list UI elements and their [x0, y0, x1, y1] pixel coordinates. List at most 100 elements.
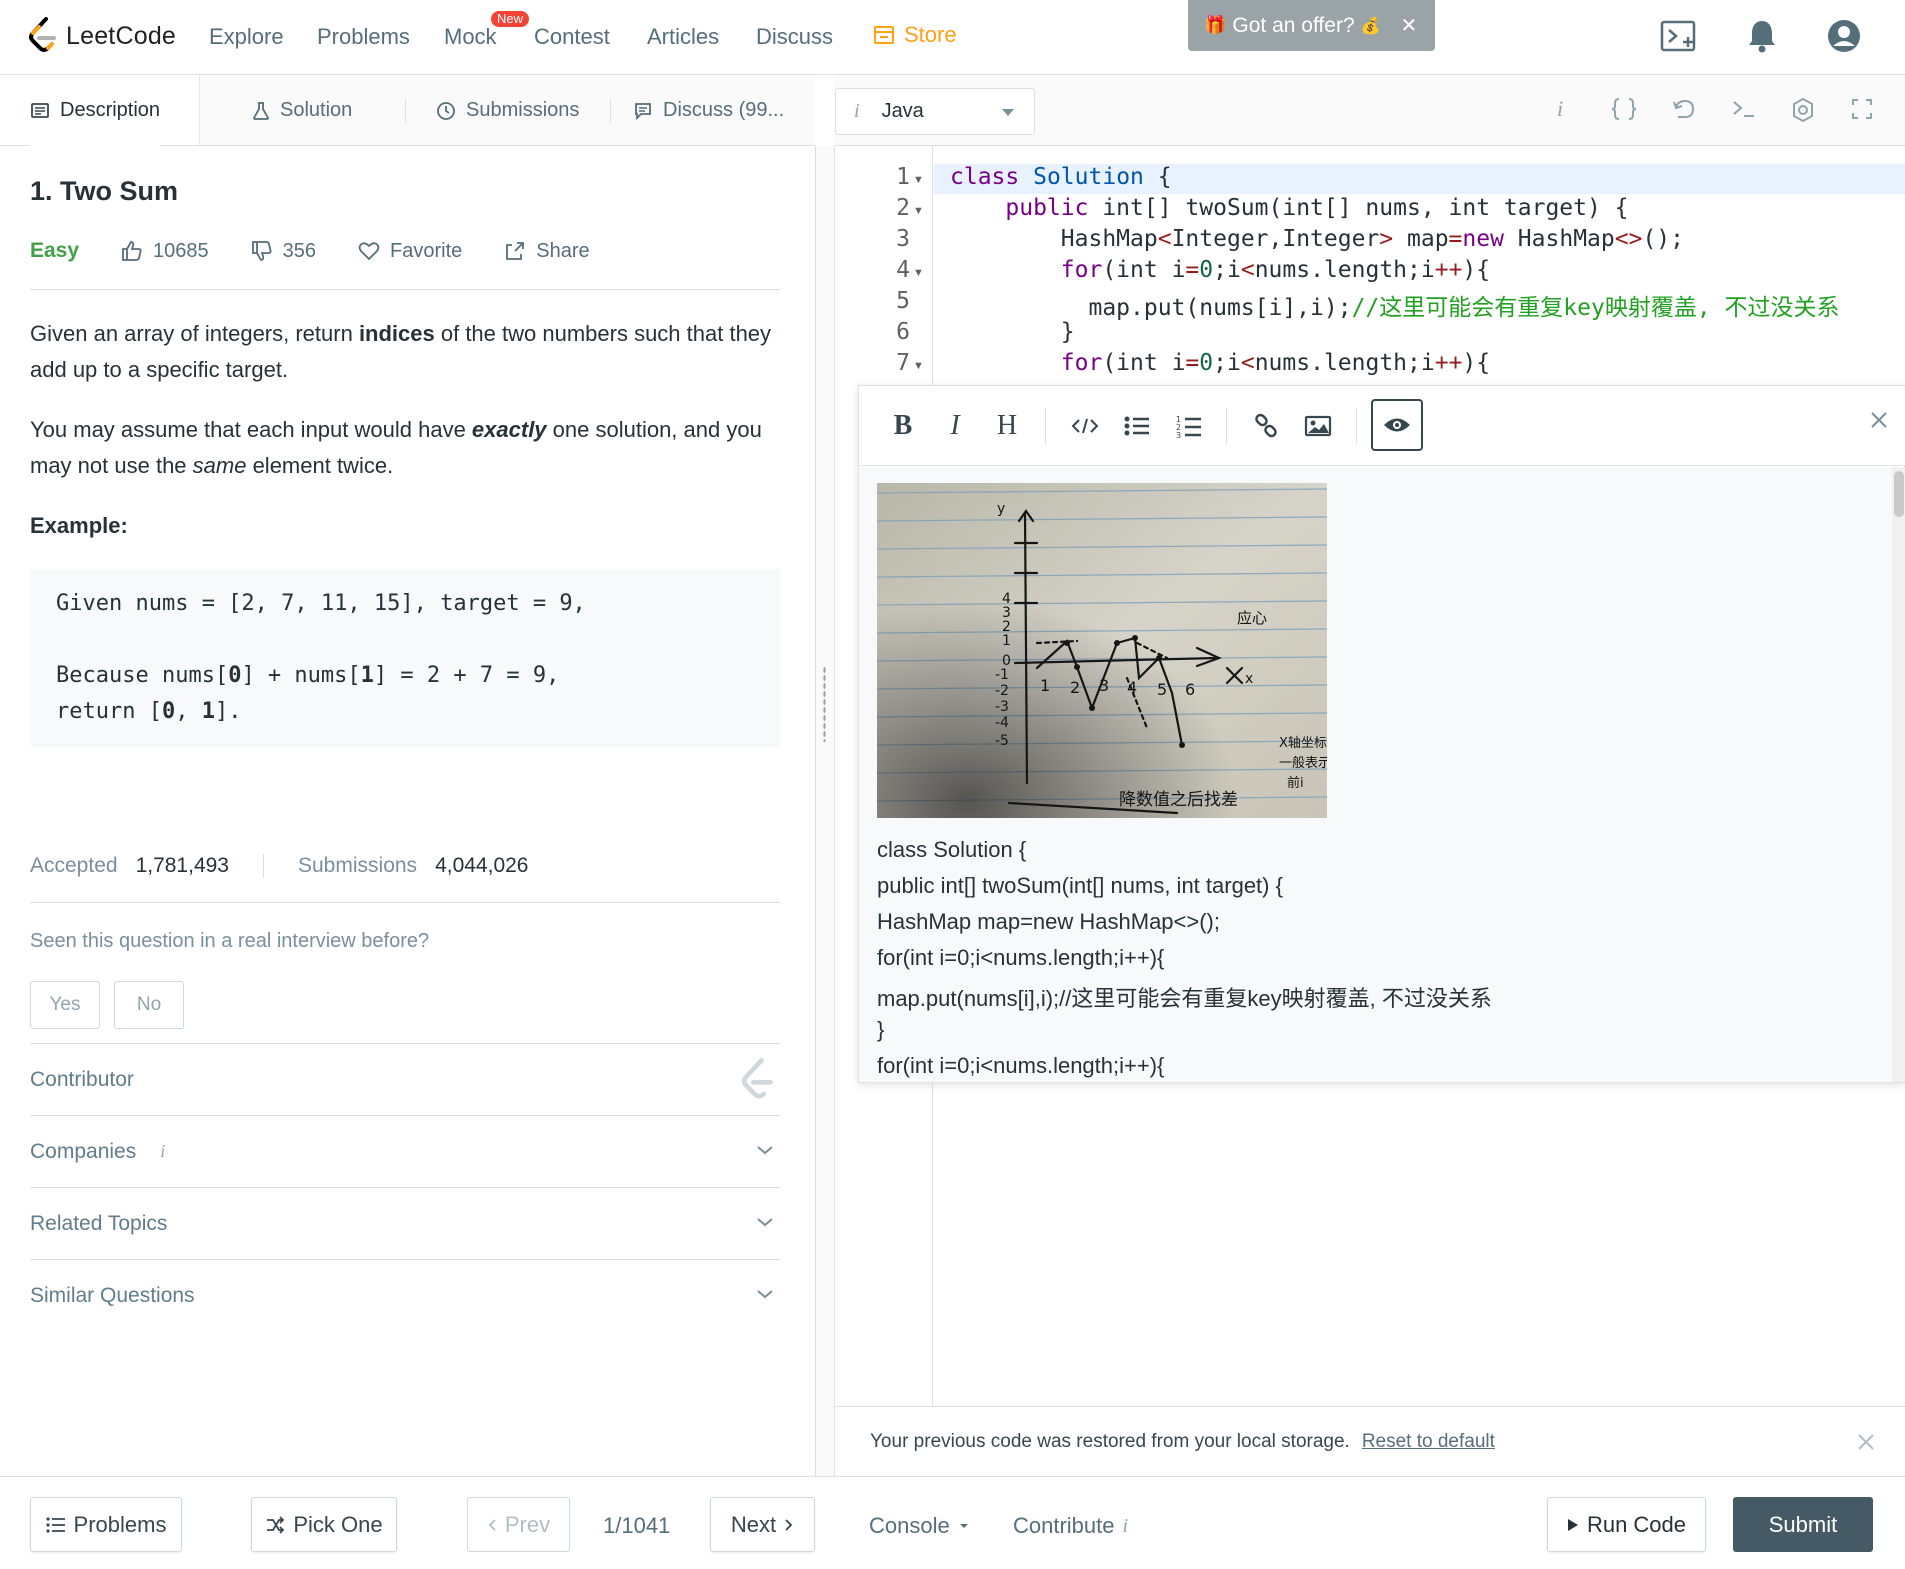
bold-icon[interactable]: B: [883, 406, 923, 446]
code-line-3[interactable]: HashMap<Integer,Integer> map=new HashMap…: [950, 226, 1684, 252]
tab-discuss[interactable]: Discuss (99...: [633, 75, 784, 146]
svg-text:1: 1: [1002, 633, 1011, 649]
submit-button[interactable]: Submit: [1733, 1497, 1873, 1552]
svg-text:3: 3: [1176, 431, 1181, 438]
notes-preview[interactable]: y 4 3 2 1 0 -1 -2 -3 -4 -5 1 2 3 4 5 6 x…: [859, 467, 1905, 1082]
console-button[interactable]: Console: [869, 1513, 970, 1539]
line-number: 6: [896, 319, 910, 345]
fold-arrow-icon[interactable]: ▼: [913, 267, 924, 279]
prev-button[interactable]: Prev: [467, 1497, 570, 1552]
link-icon[interactable]: [1246, 406, 1286, 446]
nav-articles[interactable]: Articles: [647, 24, 719, 50]
reset-icon[interactable]: [1671, 97, 1697, 121]
code-token: public: [1005, 195, 1089, 221]
close-icon[interactable]: [1857, 1433, 1875, 1451]
language-select[interactable]: i Java: [835, 88, 1035, 135]
example-line-1: Given nums = [2, 7, 11, 15], target = 9,: [56, 591, 586, 616]
fullscreen-icon[interactable]: [1850, 97, 1874, 121]
text-segment: You may assume that each input would hav…: [30, 417, 472, 442]
submissions-label: Submissions: [298, 854, 418, 877]
fold-arrow-icon[interactable]: ▼: [913, 205, 924, 217]
info-icon[interactable]: i: [1557, 96, 1563, 122]
panel-resizer[interactable]: [815, 146, 835, 1476]
drag-handle-icon[interactable]: [823, 666, 826, 742]
related-topics-section[interactable]: Related Topics: [30, 1187, 780, 1259]
tab-description[interactable]: Description: [30, 75, 161, 146]
code-token: new: [1462, 226, 1504, 252]
text-segment: ].: [214, 699, 242, 724]
offer-close-icon[interactable]: ✕: [1401, 13, 1418, 38]
code-icon[interactable]: [1065, 406, 1105, 446]
like-button[interactable]: 10685: [121, 240, 209, 263]
code-token: (int i: [1102, 257, 1186, 283]
italic-text: same: [192, 453, 247, 478]
svg-text:3: 3: [1099, 676, 1109, 695]
nav-explore[interactable]: Explore: [209, 24, 284, 50]
pick-one-button[interactable]: Pick One: [251, 1497, 397, 1552]
tab-solution[interactable]: Solution: [252, 75, 352, 146]
similar-questions-section[interactable]: Similar Questions: [30, 1259, 780, 1331]
restored-message: Your previous code was restored from you…: [870, 1430, 1350, 1452]
nav-discuss[interactable]: Discuss: [756, 24, 833, 50]
nav-contest[interactable]: Contest: [534, 24, 610, 50]
console-icon[interactable]: [1731, 97, 1757, 121]
yes-button[interactable]: Yes: [30, 981, 100, 1029]
code-line-5[interactable]: map.put(nums[i],i);//这里可能会有重复key映射覆盖, 不过…: [950, 288, 1839, 322]
run-code-button[interactable]: Run Code: [1547, 1497, 1706, 1552]
next-button[interactable]: Next: [710, 1497, 815, 1552]
share-label: Share: [536, 239, 590, 262]
preview-eye-icon[interactable]: [1371, 399, 1423, 451]
note-line-6: }: [877, 1017, 885, 1042]
tab-submissions[interactable]: Submissions: [436, 75, 579, 146]
problem-stats: Easy 10685 356 Favorite Share: [30, 236, 632, 266]
close-icon[interactable]: [1870, 411, 1888, 429]
logo[interactable]: LeetCode: [28, 16, 176, 56]
code-token: int[] twoSum(int[] nums, int target) {: [1088, 195, 1629, 221]
heading-icon[interactable]: H: [987, 406, 1027, 446]
companies-info-icon[interactable]: i: [160, 1141, 165, 1162]
contributor-section[interactable]: Contributor: [30, 1043, 780, 1115]
nav-mock[interactable]: Mock: [444, 24, 497, 50]
list-icon: [45, 1516, 65, 1533]
code-line-6[interactable]: }: [950, 319, 1075, 345]
code-token: ++: [1434, 350, 1463, 376]
toolbar-separator: [1226, 408, 1227, 444]
image-icon[interactable]: [1298, 406, 1338, 446]
scrollbar-thumb[interactable]: [1894, 471, 1904, 517]
nav-store[interactable]: Store: [872, 22, 957, 48]
bulleted-list-icon[interactable]: [1117, 406, 1157, 446]
code-line-7[interactable]: for(int i=0;i<nums.length;i++){: [950, 350, 1490, 376]
code-line-2[interactable]: public int[] twoSum(int[] nums, int targ…: [950, 195, 1629, 221]
contribute-button[interactable]: Contribute i: [1013, 1513, 1128, 1539]
nav-problems[interactable]: Problems: [317, 24, 410, 50]
companies-section[interactable]: Companies i: [30, 1115, 780, 1187]
pick-one-label: Pick One: [293, 1511, 383, 1537]
note-line-4: for(int i=0;i<nums.length;i++){: [877, 945, 1165, 970]
fold-arrow-icon[interactable]: ▼: [913, 360, 924, 372]
code-line-4[interactable]: for(int i=0;i<nums.length;i++){: [950, 257, 1490, 283]
playground-icon[interactable]: [1660, 20, 1698, 54]
bulleted-list-glyph: [1124, 416, 1149, 436]
link-glyph: [1255, 413, 1277, 438]
bell-icon[interactable]: [1747, 18, 1777, 54]
user-avatar-icon[interactable]: [1826, 18, 1862, 54]
settings-icon[interactable]: [1790, 97, 1816, 123]
no-button[interactable]: No: [114, 981, 184, 1029]
chevron-down-icon: [757, 1146, 773, 1155]
dislike-button[interactable]: 356: [251, 240, 316, 263]
favorite-button[interactable]: Favorite: [358, 240, 462, 263]
code-line-1[interactable]: class Solution {: [950, 164, 1172, 190]
italic-icon[interactable]: I: [935, 406, 975, 446]
contribute-label: Contribute: [1013, 1513, 1115, 1538]
fold-arrow-icon[interactable]: ▼: [913, 174, 924, 186]
numbered-list-icon[interactable]: 123: [1169, 406, 1209, 446]
reset-to-default-link[interactable]: Reset to default: [1362, 1431, 1495, 1453]
braces-icon[interactable]: [1611, 97, 1637, 121]
offer-banner[interactable]: 🎁 Got an offer? 💰 ✕: [1188, 0, 1435, 51]
line-number: 4: [896, 257, 910, 283]
problems-button[interactable]: Problems: [30, 1497, 182, 1552]
code-token: {: [1143, 164, 1172, 190]
notes-scrollbar[interactable]: [1892, 467, 1905, 1082]
share-button[interactable]: Share: [504, 239, 590, 263]
